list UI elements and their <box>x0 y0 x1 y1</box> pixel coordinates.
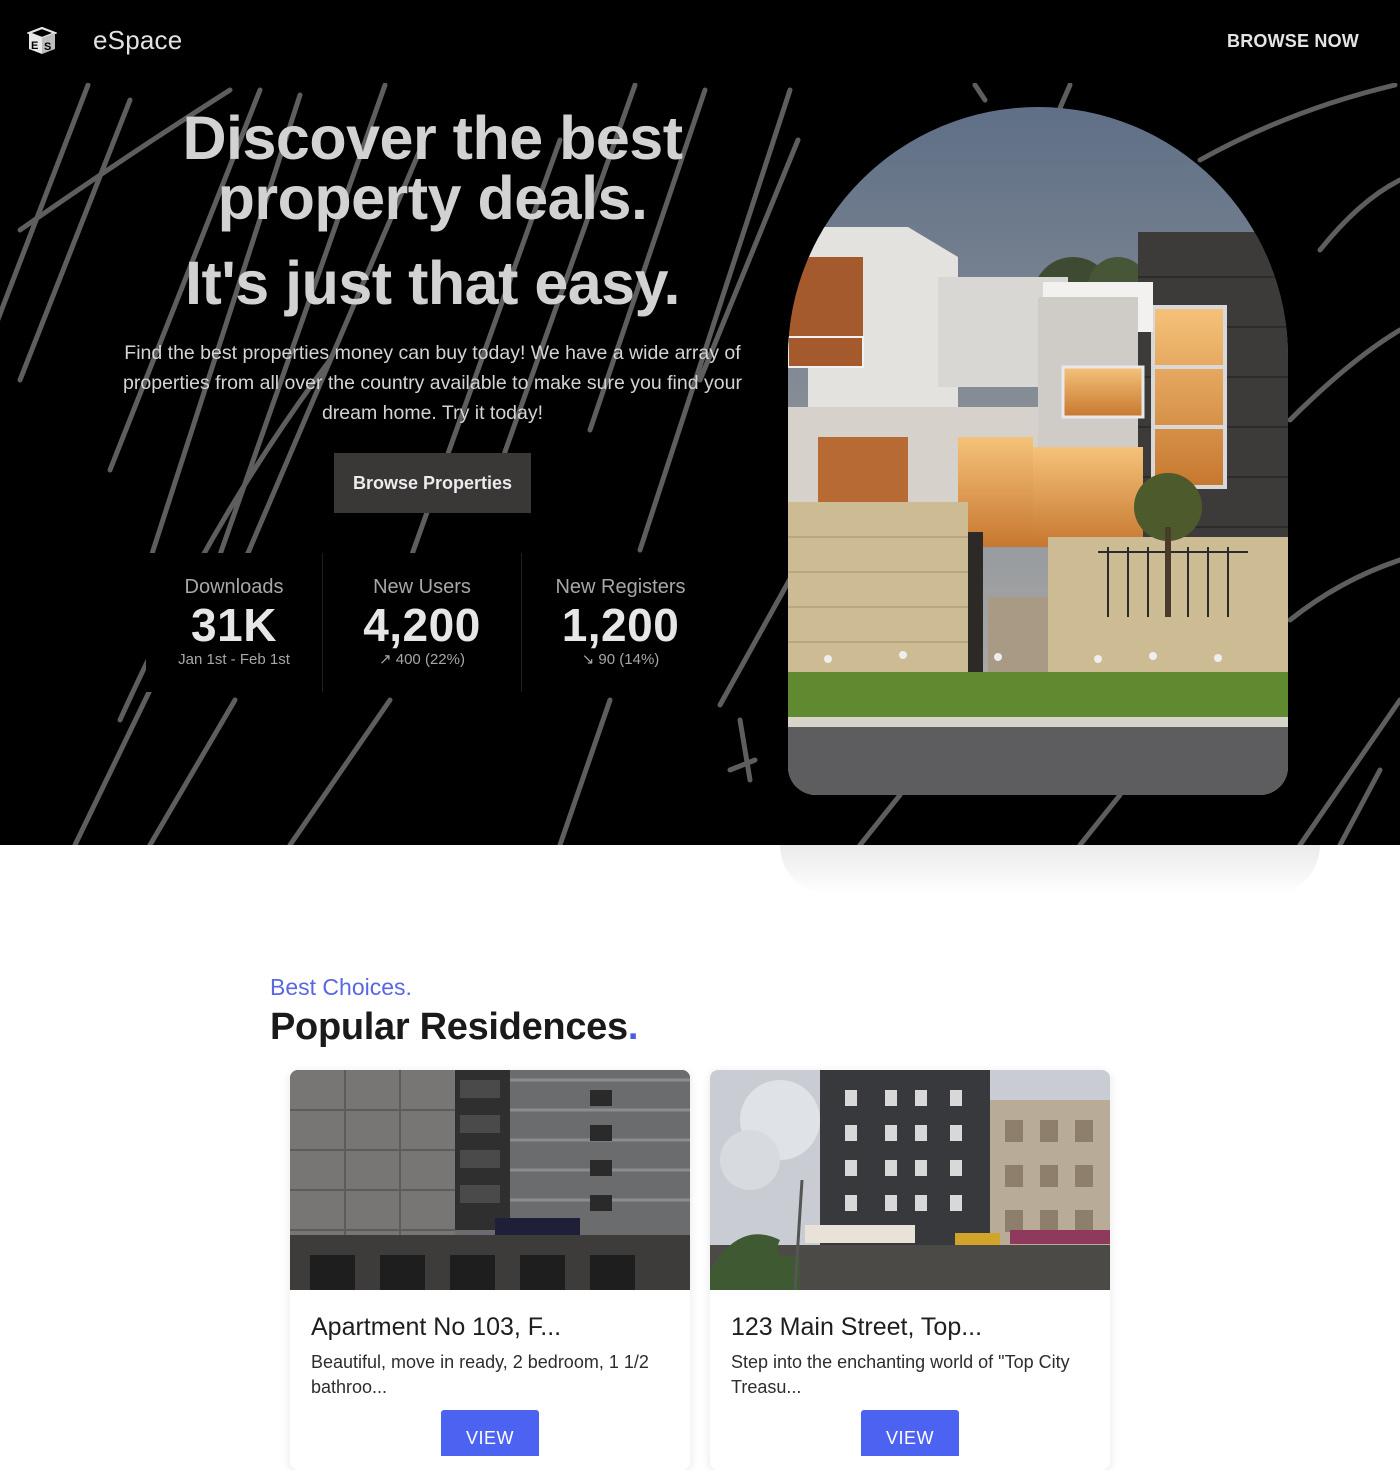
residence-image <box>290 1070 690 1290</box>
stat-desc: Jan 1st - Feb 1st <box>178 651 290 668</box>
stat-title: Downloads <box>184 576 284 598</box>
browse-now-link[interactable]: BROWSE NOW <box>1227 31 1359 52</box>
section-title-text: Popular Residences <box>270 1006 628 1048</box>
view-button[interactable]: VIEW <box>441 1410 539 1456</box>
stat-desc: ↗︎ 400 (22%) <box>379 651 465 668</box>
hero-section: E S eSpace BROWSE NOW Discover the best … <box>0 0 1400 845</box>
section-eyebrow: Best Choices. <box>270 974 412 1000</box>
es-cube-logo-icon[interactable]: E S <box>27 27 57 55</box>
residence-card[interactable]: 123 Main Street, Top... Step into the en… <box>710 1070 1110 1470</box>
navbar: E S eSpace BROWSE NOW <box>0 0 1400 83</box>
stat-title: New Users <box>373 576 471 598</box>
stats-panel: Downloads 31K Jan 1st - Feb 1st New User… <box>146 553 719 692</box>
hero-image-shadow <box>780 845 1320 895</box>
card-title[interactable]: Apartment No 103, F... <box>311 1310 561 1344</box>
brand-name[interactable]: eSpace <box>93 25 182 56</box>
hero-headline: Discover the best property deals. <box>182 104 683 232</box>
stat-value: 1,200 <box>561 599 680 651</box>
svg-text:S: S <box>44 41 51 53</box>
browse-properties-button[interactable]: Browse Properties <box>334 453 531 513</box>
stat-new-users: New Users 4,200 ↗︎ 400 (22%) <box>323 553 522 692</box>
view-button[interactable]: VIEW <box>861 1410 959 1456</box>
stat-value: 31K <box>191 599 277 651</box>
residence-image <box>710 1070 1110 1290</box>
residence-card[interactable]: Apartment No 103, F... Beautiful, move i… <box>290 1070 690 1470</box>
section-title-dot: . <box>627 1006 639 1048</box>
hero-tagline: It's just that easy. <box>185 249 680 317</box>
svg-text:E: E <box>31 40 38 52</box>
section-title: Popular Residences. <box>270 1004 1130 1050</box>
hero-copy: Discover the best property deals. It's j… <box>100 108 765 428</box>
stat-desc: ↘︎ 90 (14%) <box>581 651 660 668</box>
card-description: Beautiful, move in ready, 2 bedroom, 1 1… <box>311 1352 649 1397</box>
stat-downloads: Downloads 31K Jan 1st - Feb 1st <box>146 553 323 692</box>
stat-new-registers: New Registers 1,200 ↘︎ 90 (14%) <box>522 553 719 692</box>
stat-title: New Registers <box>555 576 686 598</box>
hero-house-image <box>788 107 1288 795</box>
popular-residences-section: Best Choices. Popular Residences. <box>270 970 1130 1050</box>
card-description: Step into the enchanting world of "Top C… <box>731 1352 1070 1397</box>
hero-lead-text: Find the best properties money can buy t… <box>123 342 742 424</box>
stat-value: 4,200 <box>363 599 481 651</box>
card-title[interactable]: 123 Main Street, Top... <box>731 1310 982 1344</box>
